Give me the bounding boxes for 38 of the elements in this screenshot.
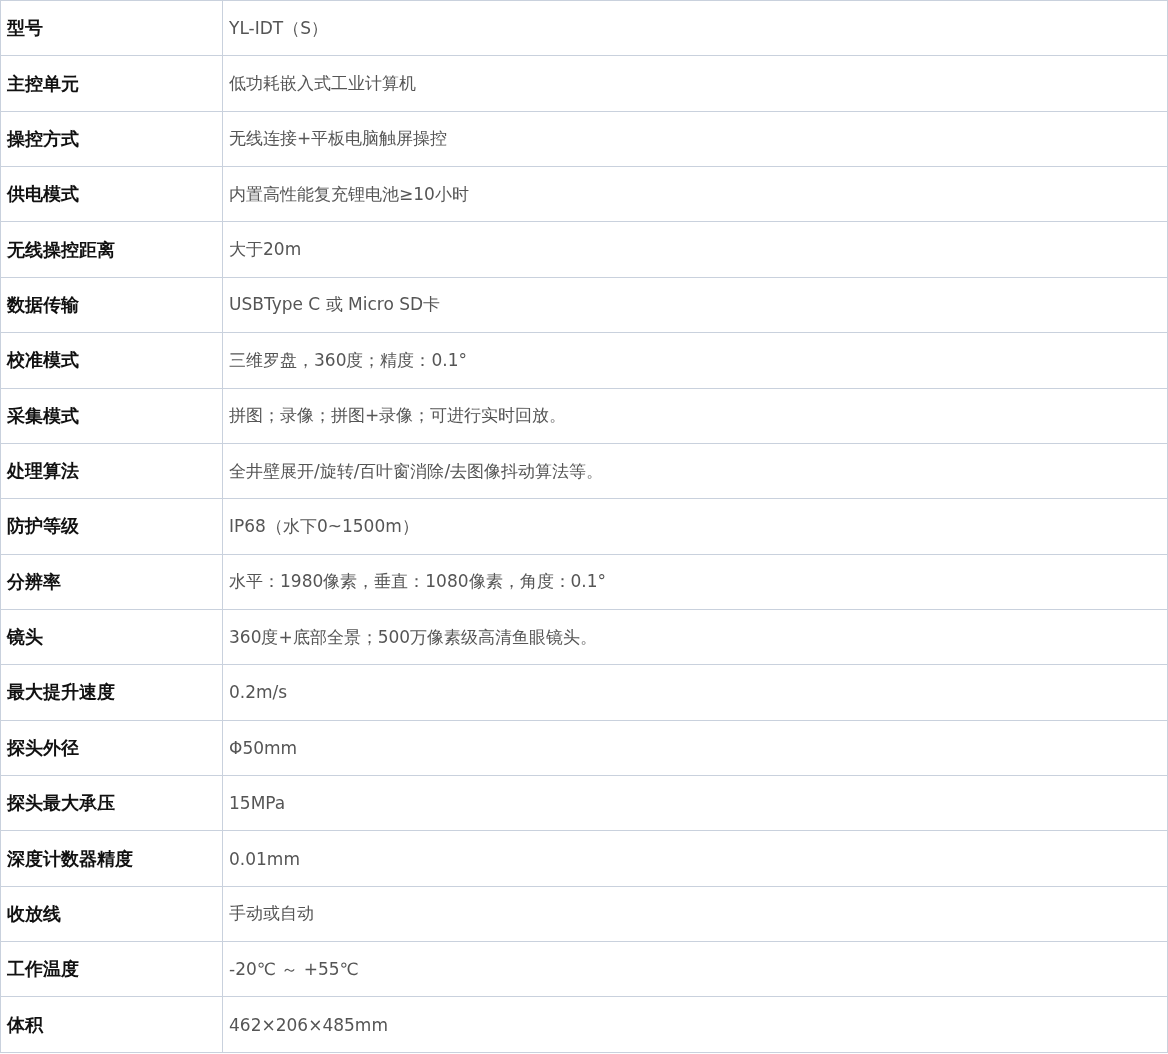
- table-cell: 镜头: [0, 609, 223, 665]
- table-cell: 手动或自动: [222, 886, 1168, 942]
- table-cell: YL-IDT（S）: [222, 0, 1168, 56]
- table-cell: Φ50mm: [222, 720, 1168, 776]
- table-cell: 内置高性能复充锂电池≥10小时: [222, 166, 1168, 222]
- table-cell: 全井壁展开/旋转/百叶窗消除/去图像抖动算法等。: [222, 443, 1168, 499]
- table-cell: 探头最大承压: [0, 775, 223, 831]
- table-cell: 0.2m/s: [222, 664, 1168, 721]
- table-cell: 校准模式: [0, 332, 223, 388]
- table-cell: 数据传输: [0, 277, 223, 333]
- table-cell: 防护等级: [0, 498, 223, 555]
- table-cell: 无线连接+平板电脑触屏操控: [222, 111, 1168, 167]
- table-cell: 主控单元: [0, 55, 223, 112]
- table-cell: 分辨率: [0, 554, 223, 610]
- table-cell: 体积: [0, 996, 223, 1053]
- table-cell: 0.01mm: [222, 830, 1168, 887]
- table-cell: 供电模式: [0, 166, 223, 222]
- table-cell: 大于20m: [222, 221, 1168, 278]
- table-cell: 收放线: [0, 886, 223, 942]
- table-cell: USBType C 或 Micro SD卡: [222, 277, 1168, 333]
- table-cell: 15MPa: [222, 775, 1168, 831]
- table-cell: 操控方式: [0, 111, 223, 167]
- table-cell: 探头外径: [0, 720, 223, 776]
- table-cell: 360度+底部全景；500万像素级高清鱼眼镜头。: [222, 609, 1168, 665]
- table-cell: 无线操控距离: [0, 221, 223, 278]
- table-cell: 低功耗嵌入式工业计算机: [222, 55, 1168, 112]
- table-cell: 拼图；录像；拼图+录像；可进行实时回放。: [222, 388, 1168, 444]
- table-cell: 深度计数器精度: [0, 830, 223, 887]
- table-cell: 采集模式: [0, 388, 223, 444]
- table-cell: IP68（水下0~1500m）: [222, 498, 1168, 555]
- table-cell: 水平：1980像素，垂直：1080像素，角度：0.1°: [222, 554, 1168, 610]
- table-cell: 工作温度: [0, 941, 223, 997]
- table-cell: 最大提升速度: [0, 664, 223, 721]
- table-cell: 462×206×485mm: [222, 996, 1168, 1053]
- table-cell: 三维罗盘，360度；精度：0.1°: [222, 332, 1168, 388]
- table-cell: -20℃ ～ +55℃: [222, 941, 1168, 997]
- table-cell: 处理算法: [0, 443, 223, 499]
- table-cell: 型号: [0, 0, 223, 56]
